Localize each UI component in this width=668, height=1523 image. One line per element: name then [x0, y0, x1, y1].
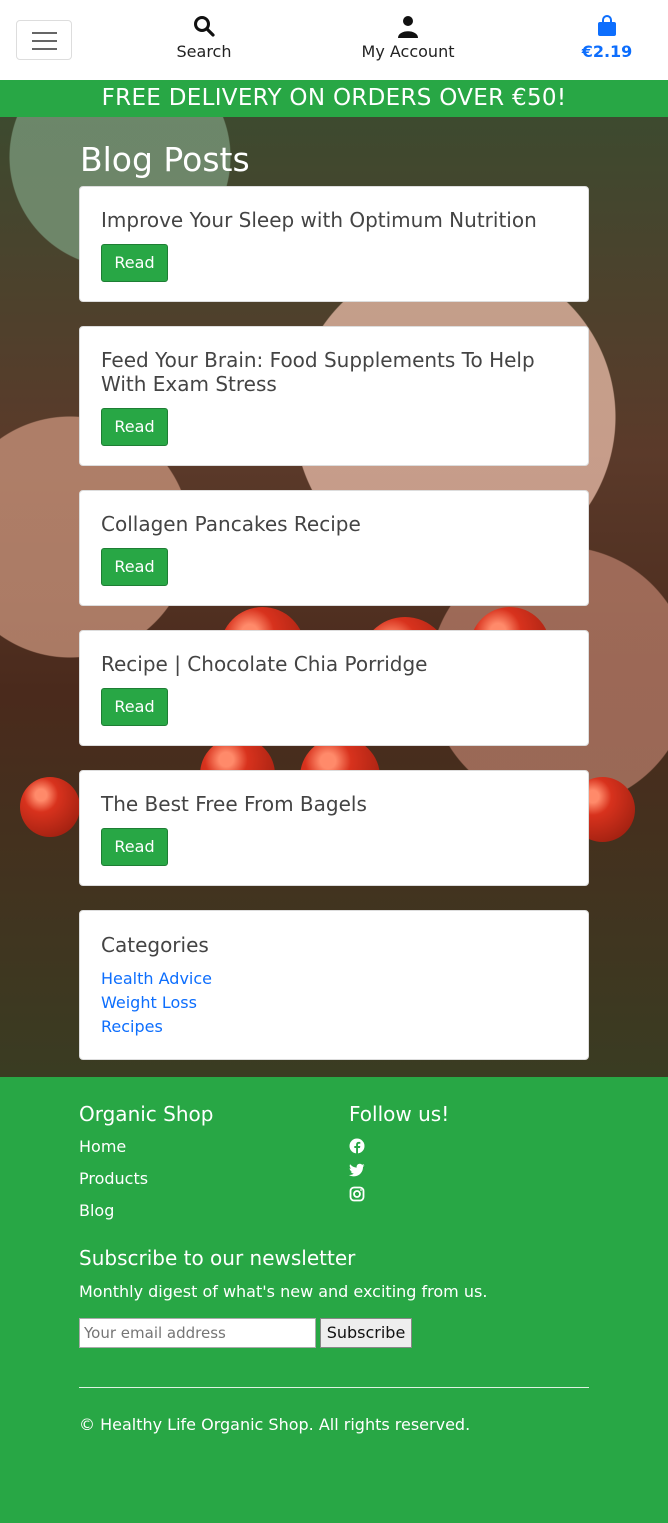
- category-link-weight-loss[interactable]: Weight Loss: [101, 993, 197, 1012]
- facebook-icon[interactable]: [349, 1138, 365, 1154]
- categories-title: Categories: [101, 933, 209, 957]
- read-button[interactable]: Read: [101, 548, 168, 586]
- bag-nav-link[interactable]: €2.19: [576, 14, 638, 61]
- shopping-bag-icon: [598, 15, 616, 36]
- blog-post-card: Collagen Pancakes Recipe Read: [79, 490, 589, 606]
- search-nav-link[interactable]: Search: [168, 14, 240, 61]
- blog-post-card: Recipe | Chocolate Chia Porridge Read: [79, 630, 589, 746]
- email-input[interactable]: [79, 1318, 316, 1348]
- top-navbar: Search My Account €2.19: [0, 0, 668, 80]
- footer-divider: [79, 1387, 589, 1388]
- category-link-health-advice[interactable]: Health Advice: [101, 969, 212, 988]
- footer-brand: Organic Shop: [79, 1102, 214, 1126]
- category-link-recipes[interactable]: Recipes: [101, 1017, 163, 1036]
- newsletter-text: Monthly digest of what's new and excitin…: [79, 1282, 488, 1301]
- footer-link-products[interactable]: Products: [79, 1169, 148, 1188]
- follow-title: Follow us!: [349, 1102, 450, 1126]
- newsletter-title: Subscribe to our newsletter: [79, 1246, 356, 1270]
- post-title: Recipe | Chocolate Chia Porridge: [101, 652, 428, 676]
- bag-total: €2.19: [581, 42, 633, 61]
- copyright-text: © Healthy Life Organic Shop. All rights …: [79, 1415, 471, 1434]
- search-label: Search: [176, 42, 232, 61]
- tomato-shape: [20, 777, 80, 837]
- categories-card: Categories Health Advice Weight Loss Rec…: [79, 910, 589, 1060]
- read-button[interactable]: Read: [101, 408, 168, 446]
- instagram-icon[interactable]: [349, 1186, 365, 1202]
- read-button[interactable]: Read: [101, 828, 168, 866]
- read-button[interactable]: Read: [101, 688, 168, 726]
- post-title: Collagen Pancakes Recipe: [101, 512, 361, 536]
- search-icon: [194, 16, 215, 37]
- menu-toggle-button[interactable]: [16, 20, 72, 60]
- read-button[interactable]: Read: [101, 244, 168, 282]
- footer-link-blog[interactable]: Blog: [79, 1201, 114, 1220]
- hamburger-line: [32, 32, 57, 34]
- post-title: Feed Your Brain: Food Supplements To Hel…: [101, 348, 535, 396]
- page-title: Blog Posts: [80, 140, 250, 179]
- blog-post-card: Feed Your Brain: Food Supplements To Hel…: [79, 326, 589, 466]
- twitter-icon[interactable]: [349, 1162, 365, 1178]
- blog-post-card: Improve Your Sleep with Optimum Nutritio…: [79, 186, 589, 302]
- post-title: Improve Your Sleep with Optimum Nutritio…: [101, 208, 537, 232]
- account-label: My Account: [361, 42, 455, 61]
- hamburger-line: [32, 40, 57, 42]
- blog-post-card: The Best Free From Bagels Read: [79, 770, 589, 886]
- user-icon: [398, 16, 418, 38]
- free-delivery-banner: FREE DELIVERY ON ORDERS OVER €50!: [0, 80, 668, 117]
- footer-link-home[interactable]: Home: [79, 1137, 126, 1156]
- hamburger-line: [32, 48, 57, 50]
- subscribe-button[interactable]: Subscribe: [320, 1318, 412, 1348]
- footer: Organic Shop Home Products Blog Follow u…: [0, 1077, 668, 1523]
- account-nav-link[interactable]: My Account: [352, 14, 464, 61]
- post-title: The Best Free From Bagels: [101, 792, 367, 816]
